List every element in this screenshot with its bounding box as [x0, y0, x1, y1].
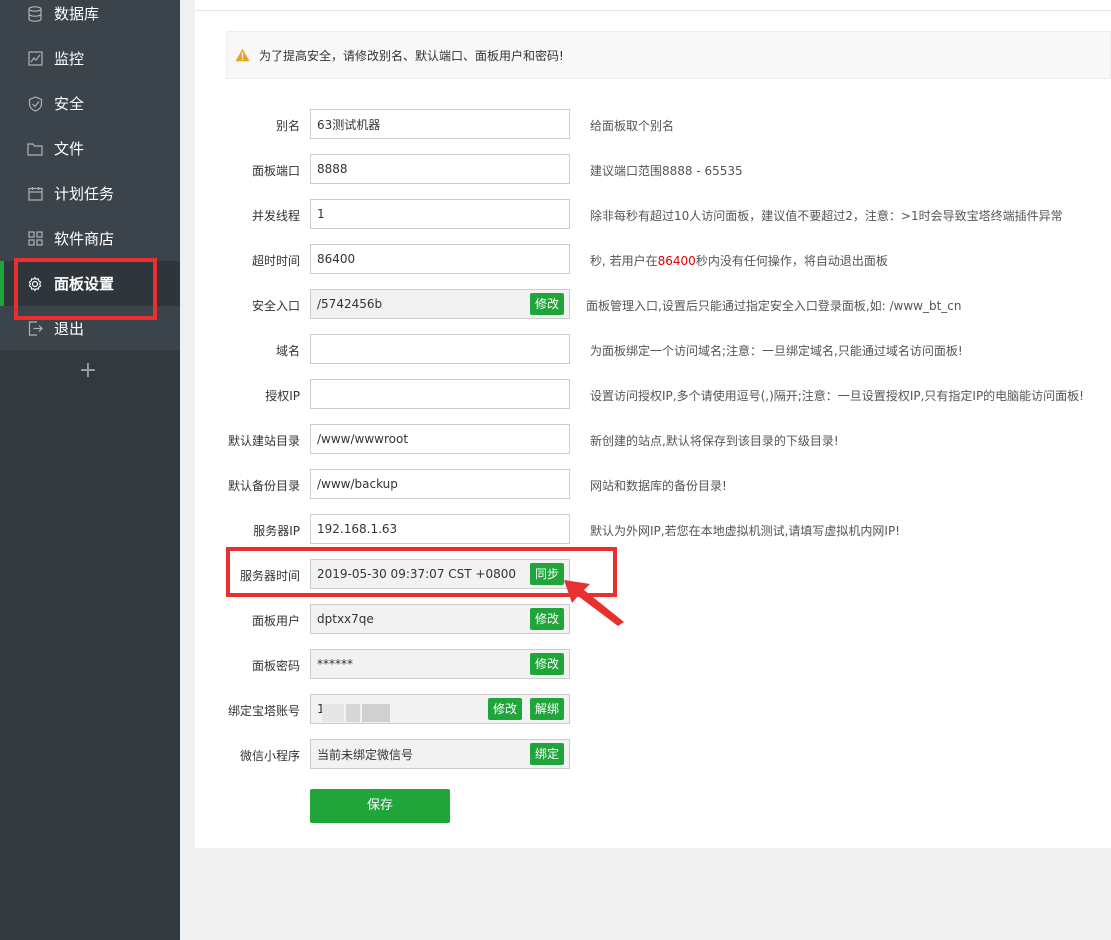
bt-account-label: 绑定宝塔账号 — [227, 704, 300, 718]
redaction-blur — [362, 704, 390, 722]
redaction-blur — [346, 704, 360, 722]
port-field[interactable] — [310, 154, 570, 184]
sidebar-item-label: 退出 — [54, 320, 85, 338]
warning-text: 为了提高安全，请修改别名、默认端口、面板用户和密码! — [259, 49, 564, 63]
auth-ip-label: 授权IP — [265, 389, 300, 403]
panel-pass-edit-button[interactable]: 修改 — [530, 653, 565, 675]
server-ip-label: 服务器IP — [253, 524, 300, 538]
auth-ip-input[interactable] — [317, 387, 569, 401]
domain-label: 域名 — [275, 344, 300, 358]
backup-dir-label: 默认备份目录 — [227, 479, 300, 493]
backup-dir-input[interactable] — [317, 477, 569, 491]
port-hint: 建议端口范围8888 - 65535 — [590, 164, 743, 178]
timeout-hint-post: 秒内没有任何操作，将自动退出面板 — [695, 254, 888, 268]
auth-ip-hint: 设置访问授权IP,多个请使用逗号(,)隔开;注意：一旦设置授权IP,只有指定IP… — [590, 389, 1084, 403]
sidebar-item-label: 数据库 — [54, 5, 100, 23]
sidebar-item-database[interactable]: 数据库 — [0, 0, 180, 36]
entry-label: 安全入口 — [251, 299, 300, 313]
panel-pass-value: ****** — [317, 657, 353, 671]
timeout-hint-pre: 秒, 若用户在 — [590, 254, 658, 268]
alias-label: 别名 — [275, 119, 300, 133]
port-label: 面板端口 — [251, 164, 300, 178]
panel-user-label: 面板用户 — [251, 614, 300, 628]
sidebar-item-monitor[interactable]: 监控 — [0, 36, 180, 81]
sidebar-item-label: 安全 — [54, 95, 85, 113]
bt-account-edit-button[interactable]: 修改 — [488, 698, 523, 720]
sidebar-item-label: 文件 — [54, 140, 85, 158]
divider — [195, 10, 1111, 11]
timeout-hint: 秒, 若用户在86400秒内没有任何操作，将自动退出面板 — [590, 252, 888, 269]
grid-icon — [26, 230, 44, 248]
domain-field[interactable] — [310, 334, 570, 364]
panel-user-value: dptxx7qe — [317, 612, 374, 626]
site-dir-field[interactable] — [310, 424, 570, 454]
calendar-icon — [26, 185, 44, 203]
server-ip-hint: 默认为外网IP,若您在本地虚拟机测试,请填写虚拟机内网IP! — [590, 524, 900, 538]
timeout-field[interactable] — [310, 244, 570, 274]
save-button[interactable]: 保存 — [310, 789, 450, 823]
entry-edit-button[interactable]: 修改 — [530, 293, 565, 315]
annotation-highlight-box — [226, 547, 617, 597]
entry-value: /5742456b — [317, 297, 383, 311]
backup-dir-hint: 网站和数据库的备份目录! — [590, 479, 727, 493]
timeout-hint-value: 86400 — [657, 254, 696, 268]
alias-hint: 给面板取个别名 — [590, 119, 675, 133]
auth-ip-field[interactable] — [310, 379, 570, 409]
domain-hint: 为面板绑定一个访问域名;注意：一旦绑定域名,只能通过域名访问面板! — [590, 344, 963, 358]
warning-icon — [235, 47, 250, 66]
server-ip-field[interactable] — [310, 514, 570, 544]
backup-dir-field[interactable] — [310, 469, 570, 499]
add-menu-button[interactable]: + — [78, 360, 98, 382]
timeout-input[interactable] — [317, 252, 569, 266]
threads-label: 并发线程 — [251, 209, 300, 223]
panel-user-edit-button[interactable]: 修改 — [530, 608, 565, 630]
database-icon — [26, 5, 44, 23]
logout-icon — [26, 320, 44, 338]
sidebar-item-label: 计划任务 — [54, 185, 115, 203]
sidebar-item-label: 监控 — [54, 50, 85, 68]
annotation-arrow — [564, 580, 624, 626]
sidebar: 数据库 监控 安全 文件 计划任务 软件商店 面板设置 退出 + — [0, 0, 180, 940]
wechat-value: 当前未绑定微信号 — [317, 747, 414, 762]
threads-hint: 除非每秒有超过10人访问面板，建议值不要超过2，注意：>1时会导致宝塔终端插件异… — [590, 209, 1063, 223]
alias-field[interactable] — [310, 109, 570, 139]
panel-pass-label: 面板密码 — [251, 659, 300, 673]
threads-field[interactable] — [310, 199, 570, 229]
alias-input[interactable] — [317, 117, 569, 131]
shield-icon — [26, 95, 44, 113]
wechat-bind-button[interactable]: 绑定 — [530, 743, 565, 765]
monitor-icon — [26, 50, 44, 68]
bt-account-unbind-button[interactable]: 解绑 — [530, 698, 565, 720]
threads-input[interactable] — [317, 207, 569, 221]
port-input[interactable] — [317, 162, 569, 176]
site-dir-input[interactable] — [317, 432, 569, 446]
domain-input[interactable] — [317, 342, 569, 356]
warning-banner: 为了提高安全，请修改别名、默认端口、面板用户和密码! — [226, 31, 1111, 79]
redaction-blur — [322, 704, 344, 722]
timeout-label: 超时时间 — [251, 254, 300, 268]
site-dir-hint: 新创建的站点,默认将保存到该目录的下级目录! — [590, 434, 839, 448]
sidebar-item-label: 软件商店 — [54, 230, 115, 248]
wechat-label: 微信小程序 — [239, 749, 300, 763]
entry-hint: 面板管理入口,设置后只能通过指定安全入口登录面板,如: /www_bt_cn — [586, 299, 962, 313]
server-ip-input[interactable] — [317, 522, 569, 536]
folder-icon — [26, 140, 44, 158]
site-dir-label: 默认建站目录 — [227, 434, 300, 448]
